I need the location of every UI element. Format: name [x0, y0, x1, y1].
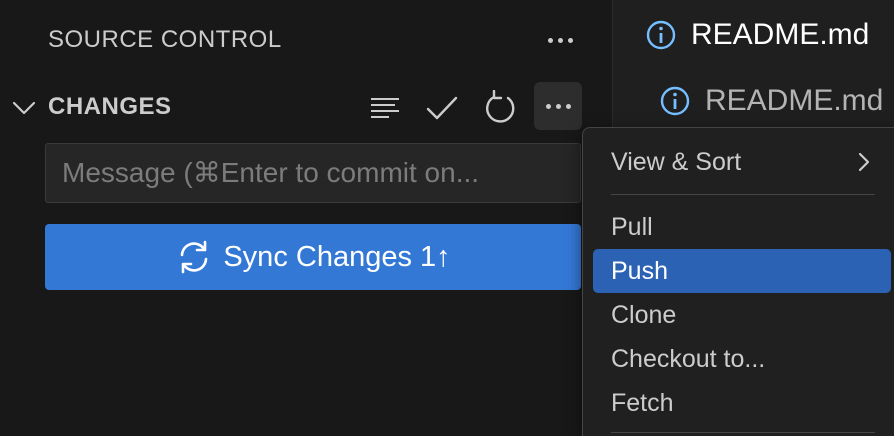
commit-check-icon[interactable] [424, 90, 460, 126]
tab-label: README.md [691, 18, 870, 51]
changes-section-header[interactable]: CHANGES [0, 82, 612, 132]
menu-item-view-sort[interactable]: View & Sort [593, 140, 891, 184]
editor-tab-readme[interactable]: README.md [645, 18, 869, 52]
menu-separator [611, 194, 875, 195]
commit-message-input[interactable]: Message (⌘Enter to commit on... [45, 143, 581, 203]
breadcrumb-label: README.md [705, 84, 884, 117]
source-control-sidebar: SOURCE CONTROL CHANGES Message (⌘Enter t… [0, 0, 612, 436]
more-actions-button[interactable] [534, 82, 582, 130]
menu-separator [611, 432, 875, 433]
chevron-down-icon[interactable] [12, 96, 36, 120]
menu-item-pull[interactable]: Pull [593, 205, 891, 249]
sync-icon [181, 240, 208, 274]
more-actions-menu: View & Sort Pull Push Clone Checkout to.… [582, 127, 894, 436]
menu-item-push[interactable]: Push [593, 249, 891, 293]
menu-item-label: View & Sort [611, 148, 742, 176]
chevron-right-icon [858, 152, 870, 172]
menu-item-fetch[interactable]: Fetch [593, 381, 891, 425]
view-as-tree-icon[interactable] [367, 90, 403, 126]
refresh-icon[interactable] [482, 89, 518, 126]
info-icon [660, 86, 690, 116]
info-icon [646, 20, 676, 50]
views-more-actions-icon[interactable] [540, 30, 580, 50]
sync-changes-button[interactable]: Sync Changes 1↑ [45, 224, 581, 290]
breadcrumb-readme[interactable]: README.md [659, 84, 883, 118]
menu-item-clone[interactable]: Clone [593, 293, 891, 337]
menu-item-checkout[interactable]: Checkout to... [593, 337, 891, 381]
ellipsis-icon [534, 82, 582, 130]
sync-changes-label: Sync Changes 1↑ [223, 240, 451, 273]
sidebar-title: SOURCE CONTROL [48, 26, 282, 53]
changes-label: CHANGES [48, 93, 172, 120]
